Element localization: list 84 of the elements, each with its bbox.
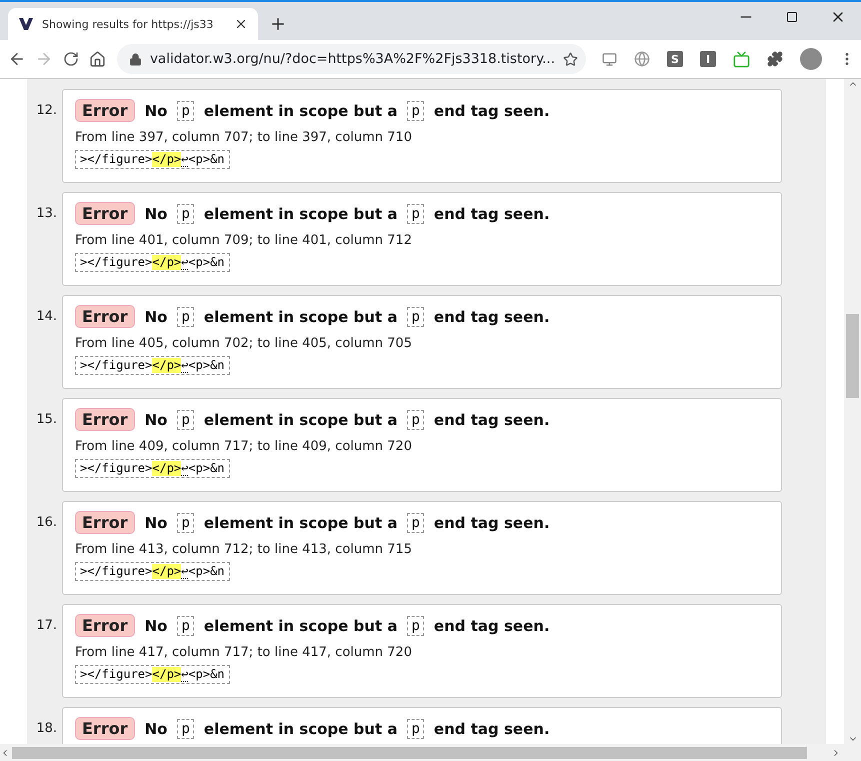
- message-text: end tag seen.: [434, 204, 550, 222]
- home-icon[interactable]: [89, 50, 106, 68]
- message-text: No: [144, 410, 168, 428]
- star-icon[interactable]: [563, 52, 578, 66]
- message-text: element in scope but a: [204, 616, 398, 634]
- scroll-thumb[interactable]: [846, 314, 859, 398]
- location-text: From line 397, column 707; to line 397, column 710: [75, 130, 413, 145]
- close-icon[interactable]: [234, 17, 248, 31]
- error-badge: Error: [75, 202, 135, 225]
- error-badge: Error: [75, 305, 135, 328]
- tab-title: Showing results for https://js33: [42, 18, 214, 30]
- reload-icon[interactable]: [62, 51, 79, 67]
- code-token: p: [407, 204, 424, 224]
- code-token: p: [407, 616, 424, 636]
- code-token: p: [177, 410, 194, 430]
- message-text: end tag seen.: [434, 720, 550, 738]
- message-text: No: [144, 616, 168, 634]
- error-badge: Error: [75, 99, 135, 122]
- message-text: No: [144, 308, 168, 326]
- message-number: 12.: [35, 102, 58, 118]
- plus-icon[interactable]: [269, 15, 287, 33]
- avatar[interactable]: [800, 48, 822, 70]
- code-token: p: [407, 100, 424, 120]
- code-token: p: [177, 512, 194, 532]
- code-token: p: [407, 410, 424, 430]
- code-token: p: [177, 306, 194, 326]
- code-token: p: [177, 718, 194, 738]
- message-text: end tag seen.: [434, 410, 550, 428]
- error-badge: Error: [75, 717, 135, 740]
- error-badge: Error: [75, 408, 135, 431]
- screen-icon[interactable]: [602, 52, 618, 66]
- globe-icon[interactable]: [634, 51, 650, 67]
- address-bar[interactable]: validator.w3.org/nu/?doc=https%3A%2F%2Fjs3318.tistory...: [116, 44, 586, 74]
- maximize-icon[interactable]: [786, 11, 798, 23]
- code-token: p: [407, 512, 424, 532]
- scroll-thumb[interactable]: [12, 746, 807, 758]
- message-text: element in scope but a: [204, 410, 398, 428]
- message-text: element in scope but a: [204, 102, 398, 120]
- extensions-icon[interactable]: [767, 51, 784, 67]
- message-text: end tag seen.: [434, 514, 550, 532]
- message-text: No: [144, 720, 168, 738]
- vertical-scrollbar[interactable]: [844, 79, 861, 744]
- code-token: p: [407, 718, 424, 738]
- location-text: From line 413, column 712; to line 413, column 715: [75, 542, 413, 557]
- code-extract: ></figure></p>↩<p>&n: [75, 356, 230, 375]
- code-extract: ></figure></p>↩<p>&n: [75, 665, 230, 684]
- code-extract: ></figure></p>↩<p>&n: [75, 562, 230, 581]
- code-token: p: [177, 616, 194, 636]
- code-token: p: [177, 204, 194, 224]
- message-text: element in scope but a: [204, 720, 398, 738]
- message-number: 15.: [35, 411, 58, 427]
- message-number: 13.: [35, 205, 58, 221]
- error-badge: Error: [75, 511, 135, 534]
- message-text: end tag seen.: [434, 616, 550, 634]
- code-token: p: [177, 100, 194, 120]
- browser-tab[interactable]: Showing results for https://js33: [8, 8, 258, 40]
- location-text: From line 405, column 702; to line 405, column 705: [75, 336, 413, 351]
- message-text: element in scope but a: [204, 514, 398, 532]
- error-badge: Error: [75, 614, 135, 637]
- location-text: From line 401, column 709; to line 401, column 712: [75, 233, 413, 248]
- message-text: end tag seen.: [434, 102, 550, 120]
- message-text: element in scope but a: [204, 204, 398, 222]
- extension-icon[interactable]: S: [667, 51, 684, 67]
- location-text: From line 409, column 717; to line 409, column 720: [75, 439, 413, 454]
- url-text: validator.w3.org/nu/?doc=https%3A%2F%2Fjs3318.tistory...: [150, 51, 556, 67]
- location-text: From line 417, column 717; to line 417, column 720: [75, 645, 413, 660]
- message-text: No: [144, 204, 168, 222]
- lock-icon: [128, 52, 142, 66]
- message-number: 16.: [35, 514, 58, 530]
- message-number: 14.: [35, 308, 58, 324]
- code-extract: ></figure></p>↩<p>&n: [75, 459, 230, 478]
- code-extract: ></figure></p>↩<p>&n: [75, 253, 230, 272]
- message-number: 17.: [35, 617, 58, 633]
- message-text: element in scope but a: [204, 308, 398, 326]
- horizontal-scrollbar[interactable]: [0, 744, 861, 761]
- tv-icon[interactable]: [733, 50, 750, 68]
- message-text: No: [144, 514, 168, 532]
- message-text: No: [144, 102, 168, 120]
- message-text: end tag seen.: [434, 308, 550, 326]
- site-logo-icon: [18, 16, 34, 32]
- extension-icon[interactable]: I: [700, 51, 716, 67]
- message-number: 18.: [35, 720, 58, 736]
- code-extract: ></figure></p>↩<p>&n: [75, 150, 230, 169]
- code-token: p: [407, 306, 424, 326]
